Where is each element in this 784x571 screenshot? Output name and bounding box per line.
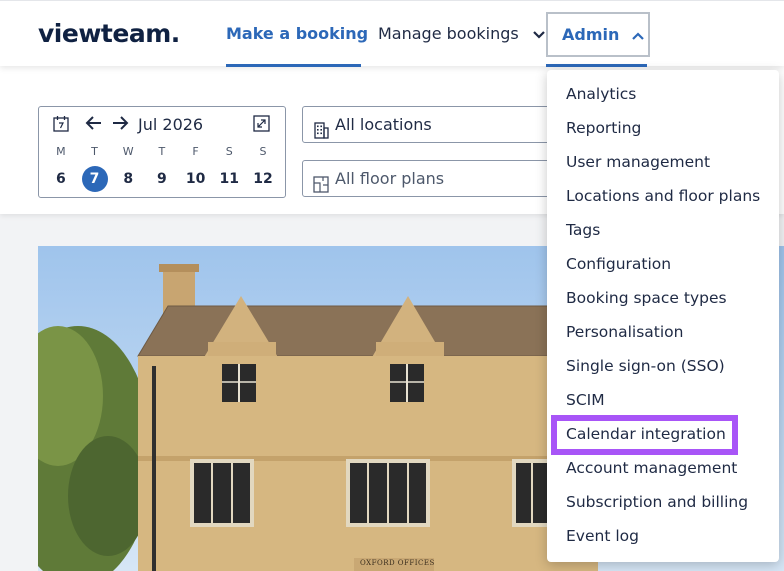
day-cell[interactable]: 9 (145, 166, 179, 192)
menu-item-analytics[interactable]: Analytics (547, 77, 779, 111)
floor-plans-select[interactable]: All floor plans (302, 160, 562, 197)
menu-item-event-log[interactable]: Event log (547, 519, 779, 553)
admin-dropdown-menu: Analytics Reporting User management Loca… (547, 70, 779, 562)
nav-admin-label: Admin (562, 25, 620, 44)
weekday-label: T (158, 145, 166, 158)
chevron-down-icon (532, 2, 546, 68)
weekday-label: W (122, 145, 134, 158)
nav-make-a-booking[interactable]: Make a booking (226, 1, 368, 67)
floor-plan-icon (313, 170, 329, 193)
menu-item-calendar-integration-label: Calendar integration (566, 425, 726, 443)
menu-item-single-sign-on[interactable]: Single sign-on (SSO) (547, 349, 779, 383)
viewteam-logo[interactable]: viewteam. (38, 19, 180, 48)
day-cell[interactable]: 6 (44, 166, 78, 192)
weekday-label: S (225, 145, 233, 158)
weekday-label: T (91, 145, 98, 158)
day-cell[interactable]: 11 (212, 166, 246, 192)
menu-item-subscription-billing[interactable]: Subscription and billing (547, 485, 779, 519)
menu-item-account-management[interactable]: Account management (547, 451, 779, 485)
locations-select[interactable]: All locations (302, 106, 562, 143)
nav-manage-bookings-label: Manage bookings (378, 24, 519, 43)
menu-item-personalisation[interactable]: Personalisation (547, 315, 779, 349)
arrow-right-icon[interactable] (111, 114, 129, 134)
menu-item-reporting[interactable]: Reporting (547, 111, 779, 145)
weekday-label: F (192, 145, 199, 158)
date-picker: Jul 2026 M T W T F S S 6 7 8 9 10 11 12 (38, 106, 286, 198)
nav-admin[interactable]: Admin (546, 12, 650, 57)
day-cell-selected[interactable]: 7 (78, 166, 112, 192)
menu-item-calendar-integration[interactable]: Calendar integration (547, 415, 779, 455)
weekday-label: M (56, 145, 66, 158)
menu-item-configuration[interactable]: Configuration (547, 247, 779, 281)
arrow-left-icon[interactable] (85, 114, 103, 134)
day-cell[interactable]: 10 (179, 166, 213, 192)
admin-active-underline (546, 64, 647, 67)
building-sign-text: OXFORD OFFICES (360, 559, 435, 567)
menu-item-booking-space-types[interactable]: Booking space types (547, 281, 779, 315)
day-cell[interactable]: 8 (111, 166, 145, 192)
calendar-icon[interactable] (53, 115, 69, 132)
weekday-row: M T W T F S S (44, 145, 280, 158)
weekday-label: S (259, 145, 267, 158)
day-row: 6 7 8 9 10 11 12 (44, 166, 280, 192)
top-header: viewteam. Make a booking Manage bookings… (0, 0, 784, 67)
building-icon (313, 116, 329, 139)
menu-item-user-management[interactable]: User management (547, 145, 779, 179)
nav-manage-bookings[interactable]: Manage bookings (378, 1, 546, 67)
month-label: Jul 2026 (138, 115, 204, 134)
selected-day-label: 7 (81, 166, 108, 192)
menu-item-scim[interactable]: SCIM (547, 383, 779, 417)
locations-select-value: All locations (335, 115, 432, 134)
chevron-up-icon (631, 15, 645, 56)
expand-calendar-icon[interactable] (253, 115, 270, 132)
floor-plans-select-value: All floor plans (335, 169, 445, 188)
menu-item-tags[interactable]: Tags (547, 213, 779, 247)
menu-item-locations-floor-plans[interactable]: Locations and floor plans (547, 179, 779, 213)
day-cell[interactable]: 12 (246, 166, 280, 192)
